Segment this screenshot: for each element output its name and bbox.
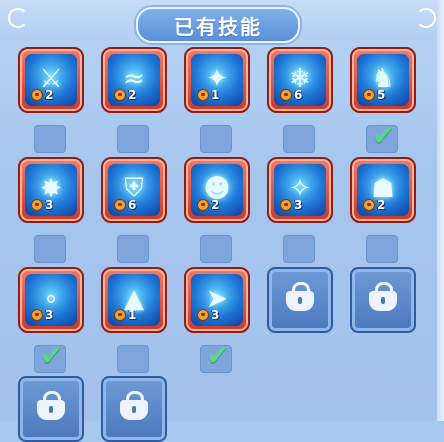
- skill-count: 6: [280, 88, 302, 101]
- skill-checkbox[interactable]: [366, 235, 398, 263]
- paw-icon: [197, 88, 209, 101]
- skill-slot[interactable]: ▲ 1: [101, 267, 167, 333]
- paw-icon: [197, 308, 209, 321]
- skill-art: ⛨ 6: [108, 164, 160, 216]
- skill-art: ☗ 2: [357, 164, 409, 216]
- skill-art: ♞ 5: [357, 54, 409, 106]
- paw-icon: [31, 88, 43, 101]
- skill-count-value: 2: [45, 87, 54, 102]
- skill-slot[interactable]: ✧ 3: [267, 157, 333, 223]
- skill-count: 1: [114, 308, 136, 321]
- skill-checkbox[interactable]: [117, 235, 149, 263]
- skill-count: 1: [197, 88, 219, 101]
- skill-count-value: 6: [294, 87, 303, 102]
- paw-icon: [363, 88, 375, 101]
- skill-checkbox[interactable]: [200, 235, 232, 263]
- skill-count: 2: [114, 88, 136, 101]
- skill-count-value: 1: [128, 307, 137, 322]
- skill-slot[interactable]: ♞ 5: [350, 47, 416, 113]
- skill-count-value: 1: [211, 87, 220, 102]
- skill-slot[interactable]: ☻ 2: [184, 157, 250, 223]
- skill-art: ✸ 3: [25, 164, 77, 216]
- skill-count: 3: [197, 308, 219, 321]
- skill-count-value: 2: [211, 197, 220, 212]
- paw-icon: [363, 198, 375, 211]
- skill-checkbox[interactable]: ✔: [200, 339, 232, 373]
- paw-icon: [114, 88, 126, 101]
- skill-slot[interactable]: ✸ 3: [18, 157, 84, 223]
- check-icon: ✔: [40, 339, 64, 372]
- skill-checkbox[interactable]: [34, 235, 66, 263]
- skill-art: ☻ 2: [191, 164, 243, 216]
- skill-art: ✧ 3: [274, 164, 326, 216]
- locked-slot[interactable]: [18, 376, 84, 442]
- skill-count: 2: [31, 88, 53, 101]
- skill-checkbox[interactable]: ✔: [366, 119, 398, 153]
- lock-icon: [286, 282, 314, 311]
- cloud-swirl-icon: [8, 8, 28, 28]
- skill-art: ✦ 1: [191, 54, 243, 106]
- skill-checkbox[interactable]: ✔: [34, 339, 66, 373]
- skill-art: ➤ 3: [191, 274, 243, 326]
- skill-checkbox[interactable]: [34, 125, 66, 153]
- skill-checkbox[interactable]: [117, 125, 149, 153]
- skill-checkbox[interactable]: [283, 235, 315, 263]
- skill-slot[interactable]: ⚔ 2: [18, 47, 84, 113]
- skill-count-value: 3: [45, 307, 54, 322]
- cloud-swirl-icon: [416, 8, 436, 28]
- check-icon: ✔: [372, 119, 396, 152]
- skill-art: ≈2: [108, 54, 160, 106]
- skill-checkbox[interactable]: [200, 125, 232, 153]
- skill-count-value: 5: [377, 87, 386, 102]
- locked-slot[interactable]: [101, 376, 167, 442]
- skill-count: 3: [31, 308, 53, 321]
- skill-count: 6: [114, 198, 136, 211]
- lock-icon: [369, 282, 397, 311]
- paw-icon: [114, 198, 126, 211]
- skill-slot[interactable]: ❄ 6: [267, 47, 333, 113]
- skill-slot[interactable]: ☗ 2: [350, 157, 416, 223]
- locked-slot[interactable]: [267, 267, 333, 333]
- locked-slot[interactable]: [350, 267, 416, 333]
- skill-count-value: 3: [211, 307, 220, 322]
- panel-title: 已有技能: [174, 14, 262, 39]
- paw-icon: [114, 308, 126, 321]
- skill-count-value: 2: [377, 197, 386, 212]
- skill-art: ∘ 3: [25, 274, 77, 326]
- skill-slot[interactable]: ✦ 1: [184, 47, 250, 113]
- skill-count: 3: [280, 198, 302, 211]
- lock-icon: [120, 391, 148, 420]
- paw-icon: [31, 198, 43, 211]
- skill-count-value: 3: [294, 197, 303, 212]
- skill-art: ⚔ 2: [25, 54, 77, 106]
- skill-checkbox[interactable]: [283, 125, 315, 153]
- skill-slot[interactable]: ➤ 3: [184, 267, 250, 333]
- paw-icon: [197, 198, 209, 211]
- check-icon: ✔: [206, 339, 230, 372]
- skill-count: 3: [31, 198, 53, 211]
- skill-count: 2: [197, 198, 219, 211]
- skill-checkbox[interactable]: [117, 345, 149, 373]
- skill-count-value: 3: [45, 197, 54, 212]
- skill-count-value: 2: [128, 87, 137, 102]
- scrollbar[interactable]: [437, 0, 444, 421]
- skill-slot[interactable]: ∘ 3: [18, 267, 84, 333]
- paw-icon: [280, 88, 292, 101]
- skill-slot[interactable]: ⛨ 6: [101, 157, 167, 223]
- paw-icon: [31, 308, 43, 321]
- title-banner: 已有技能: [136, 7, 300, 43]
- skill-art: ▲ 1: [108, 274, 160, 326]
- skill-art: ❄ 6: [274, 54, 326, 106]
- paw-icon: [280, 198, 292, 211]
- skill-count: 2: [363, 198, 385, 211]
- skill-count-value: 6: [128, 197, 137, 212]
- skill-slot[interactable]: ≈2: [101, 47, 167, 113]
- lock-icon: [37, 391, 65, 420]
- skill-count: 5: [363, 88, 385, 101]
